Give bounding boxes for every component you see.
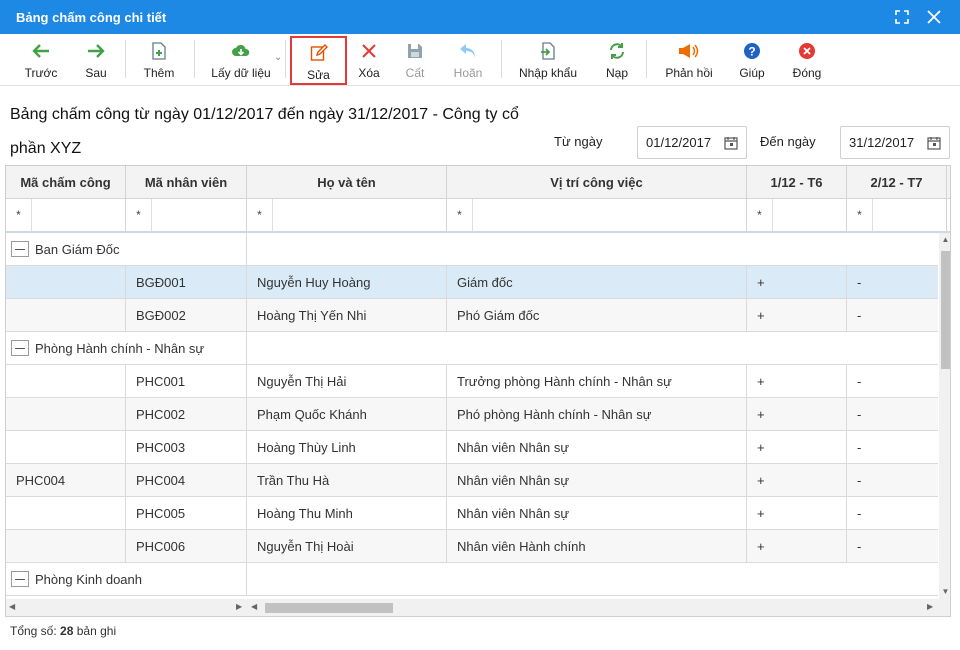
toolbar-separator (646, 40, 647, 78)
scroll-corner (939, 599, 950, 616)
from-date-field[interactable]: 01/12/2017 (637, 126, 747, 159)
calendar-icon[interactable] (724, 136, 738, 153)
collapse-icon[interactable] (11, 241, 29, 257)
scroll-up-icon[interactable]: ▲ (941, 235, 950, 245)
filter-ma-nhan-vien: * (126, 199, 247, 231)
add-button[interactable]: Thêm (138, 38, 180, 82)
scroll-right-icon[interactable]: ▶ (927, 602, 933, 611)
table-row[interactable]: PHC002 Phạm Quốc Khánh Phó phòng Hành ch… (6, 398, 938, 431)
scroll-thumb[interactable] (941, 251, 950, 369)
floppy-disk-icon (404, 40, 426, 62)
fetch-data-button[interactable]: Lấy dữ liệu (206, 38, 276, 82)
import-button[interactable]: Nhập khẩu (516, 38, 580, 82)
window-title: Bảng chấm công chi tiết (16, 9, 167, 25)
group-row[interactable]: Phòng Hành chính - Nhân sự (6, 332, 938, 365)
filter-input[interactable] (874, 201, 944, 229)
collapse-icon[interactable] (11, 340, 29, 356)
next-button[interactable]: Sau (76, 38, 116, 82)
toolbar: Trước Sau Thêm Lấy dữ liệu ⌄ Sửa Xóa Cất… (0, 34, 960, 86)
megaphone-icon (678, 40, 700, 62)
group-row[interactable]: Ban Giám Đốc (6, 233, 938, 266)
toolbar-separator (501, 40, 502, 78)
refresh-icon (606, 40, 628, 62)
horizontal-scrollbar-left[interactable]: ◀ ▶ (6, 599, 247, 616)
col-ma-nhan-vien[interactable]: Mã nhân viên (126, 166, 247, 199)
filter-day-1: * (747, 199, 847, 231)
timesheet-grid: Mã chấm công Mã nhân viên Họ và tên Vị t… (5, 165, 951, 617)
filter-vi-tri: * (447, 199, 747, 231)
close-circle-icon (796, 40, 818, 62)
import-icon (537, 40, 559, 62)
arrow-right-icon (85, 40, 107, 62)
table-row[interactable]: PHC006 Nguyễn Thị Hoài Nhân viên Hành ch… (6, 530, 938, 563)
table-row[interactable]: PHC003 Hoàng Thùy Linh Nhân viên Nhân sự… (6, 431, 938, 464)
page-title: Bảng chấm công từ ngày 01/12/2017 đến ng… (10, 106, 519, 157)
table-row[interactable]: PHC005 Hoàng Thu Minh Nhân viên Nhân sự … (6, 497, 938, 530)
table-row[interactable]: BGĐ001 Nguyễn Huy Hoàng Giám đốc + - (6, 266, 938, 299)
filter-input[interactable] (774, 201, 844, 229)
toolbar-separator (194, 40, 195, 78)
arrow-left-icon (30, 40, 52, 62)
edit-button[interactable]: Sửa (290, 36, 347, 85)
help-button[interactable]: ? Giúp (736, 38, 768, 82)
toolbar-separator (125, 40, 126, 78)
table-row[interactable]: PHC001 Nguyễn Thị Hải Trưởng phòng Hành … (6, 365, 938, 398)
scroll-thumb[interactable] (265, 603, 393, 613)
scroll-down-icon[interactable]: ▼ (941, 587, 950, 597)
col-day-2[interactable]: 2/12 - T7 (847, 166, 947, 199)
toolbar-separator (285, 40, 286, 78)
delete-button[interactable]: Xóa (352, 38, 386, 82)
prev-button[interactable]: Trước (18, 38, 64, 82)
undo-arrow-icon (457, 40, 479, 62)
table-row[interactable]: PHC004 PHC004 Trần Thu Hà Nhân viên Nhân… (6, 464, 938, 497)
filter-input[interactable] (474, 201, 744, 229)
feedback-button[interactable]: Phản hồi (661, 38, 717, 82)
maximize-icon[interactable] (886, 0, 918, 34)
filter-ma-cham-cong: * (6, 199, 126, 231)
chevron-down-icon[interactable]: ⌄ (274, 52, 282, 63)
col-day-1[interactable]: 1/12 - T6 (747, 166, 847, 199)
scroll-left-icon[interactable]: ◀ (9, 602, 15, 611)
svg-text:?: ? (748, 45, 755, 59)
group-row[interactable]: Phòng Kinh doanh (6, 563, 938, 596)
cloud-download-icon (230, 40, 252, 62)
question-circle-icon: ? (741, 40, 763, 62)
pencil-icon (308, 42, 330, 64)
vertical-scrollbar[interactable]: ▲ ▼ (939, 233, 950, 599)
filter-ho-ten: * (247, 199, 447, 231)
filter-input[interactable] (274, 201, 444, 229)
calendar-icon[interactable] (927, 136, 941, 153)
col-ma-cham-cong[interactable]: Mã chấm công (6, 166, 126, 199)
table-row[interactable]: BGĐ002 Hoàng Thị Yến Nhi Phó Giám đốc + … (6, 299, 938, 332)
close-icon[interactable] (918, 0, 950, 34)
from-date-label: Từ ngày (554, 134, 603, 149)
grid-body: Ban Giám Đốc BGĐ001 Nguyễn Huy Hoàng Giá… (6, 233, 938, 599)
collapse-icon[interactable] (11, 571, 29, 587)
x-icon (358, 40, 380, 62)
horizontal-scrollbar-main[interactable]: ◀ ▶ (247, 599, 939, 616)
filter-input[interactable] (153, 201, 243, 229)
reload-button[interactable]: Nạp (600, 38, 634, 82)
add-document-icon (148, 40, 170, 62)
col-ho-ten[interactable]: Họ và tên (247, 166, 447, 199)
to-date-field[interactable]: 31/12/2017 (840, 126, 950, 159)
to-date-label: Đến ngày (760, 134, 816, 149)
scroll-right-icon[interactable]: ▶ (236, 602, 242, 611)
filter-day-2: * (847, 199, 947, 231)
save-button[interactable]: Cất (398, 38, 432, 82)
title-bar: Bảng chấm công chi tiết (0, 0, 960, 34)
col-vi-tri[interactable]: Vị trí công việc (447, 166, 747, 199)
grid-filter-row: * * * * * * (6, 199, 950, 233)
filter-input[interactable] (33, 201, 123, 229)
close-button[interactable]: Đóng (788, 38, 826, 82)
record-count: Tổng số: 28 bản ghi (10, 624, 117, 638)
grid-header: Mã chấm công Mã nhân viên Họ và tên Vị t… (6, 166, 950, 199)
undo-button[interactable]: Hoãn (448, 38, 488, 82)
scroll-left-icon[interactable]: ◀ (251, 602, 257, 611)
